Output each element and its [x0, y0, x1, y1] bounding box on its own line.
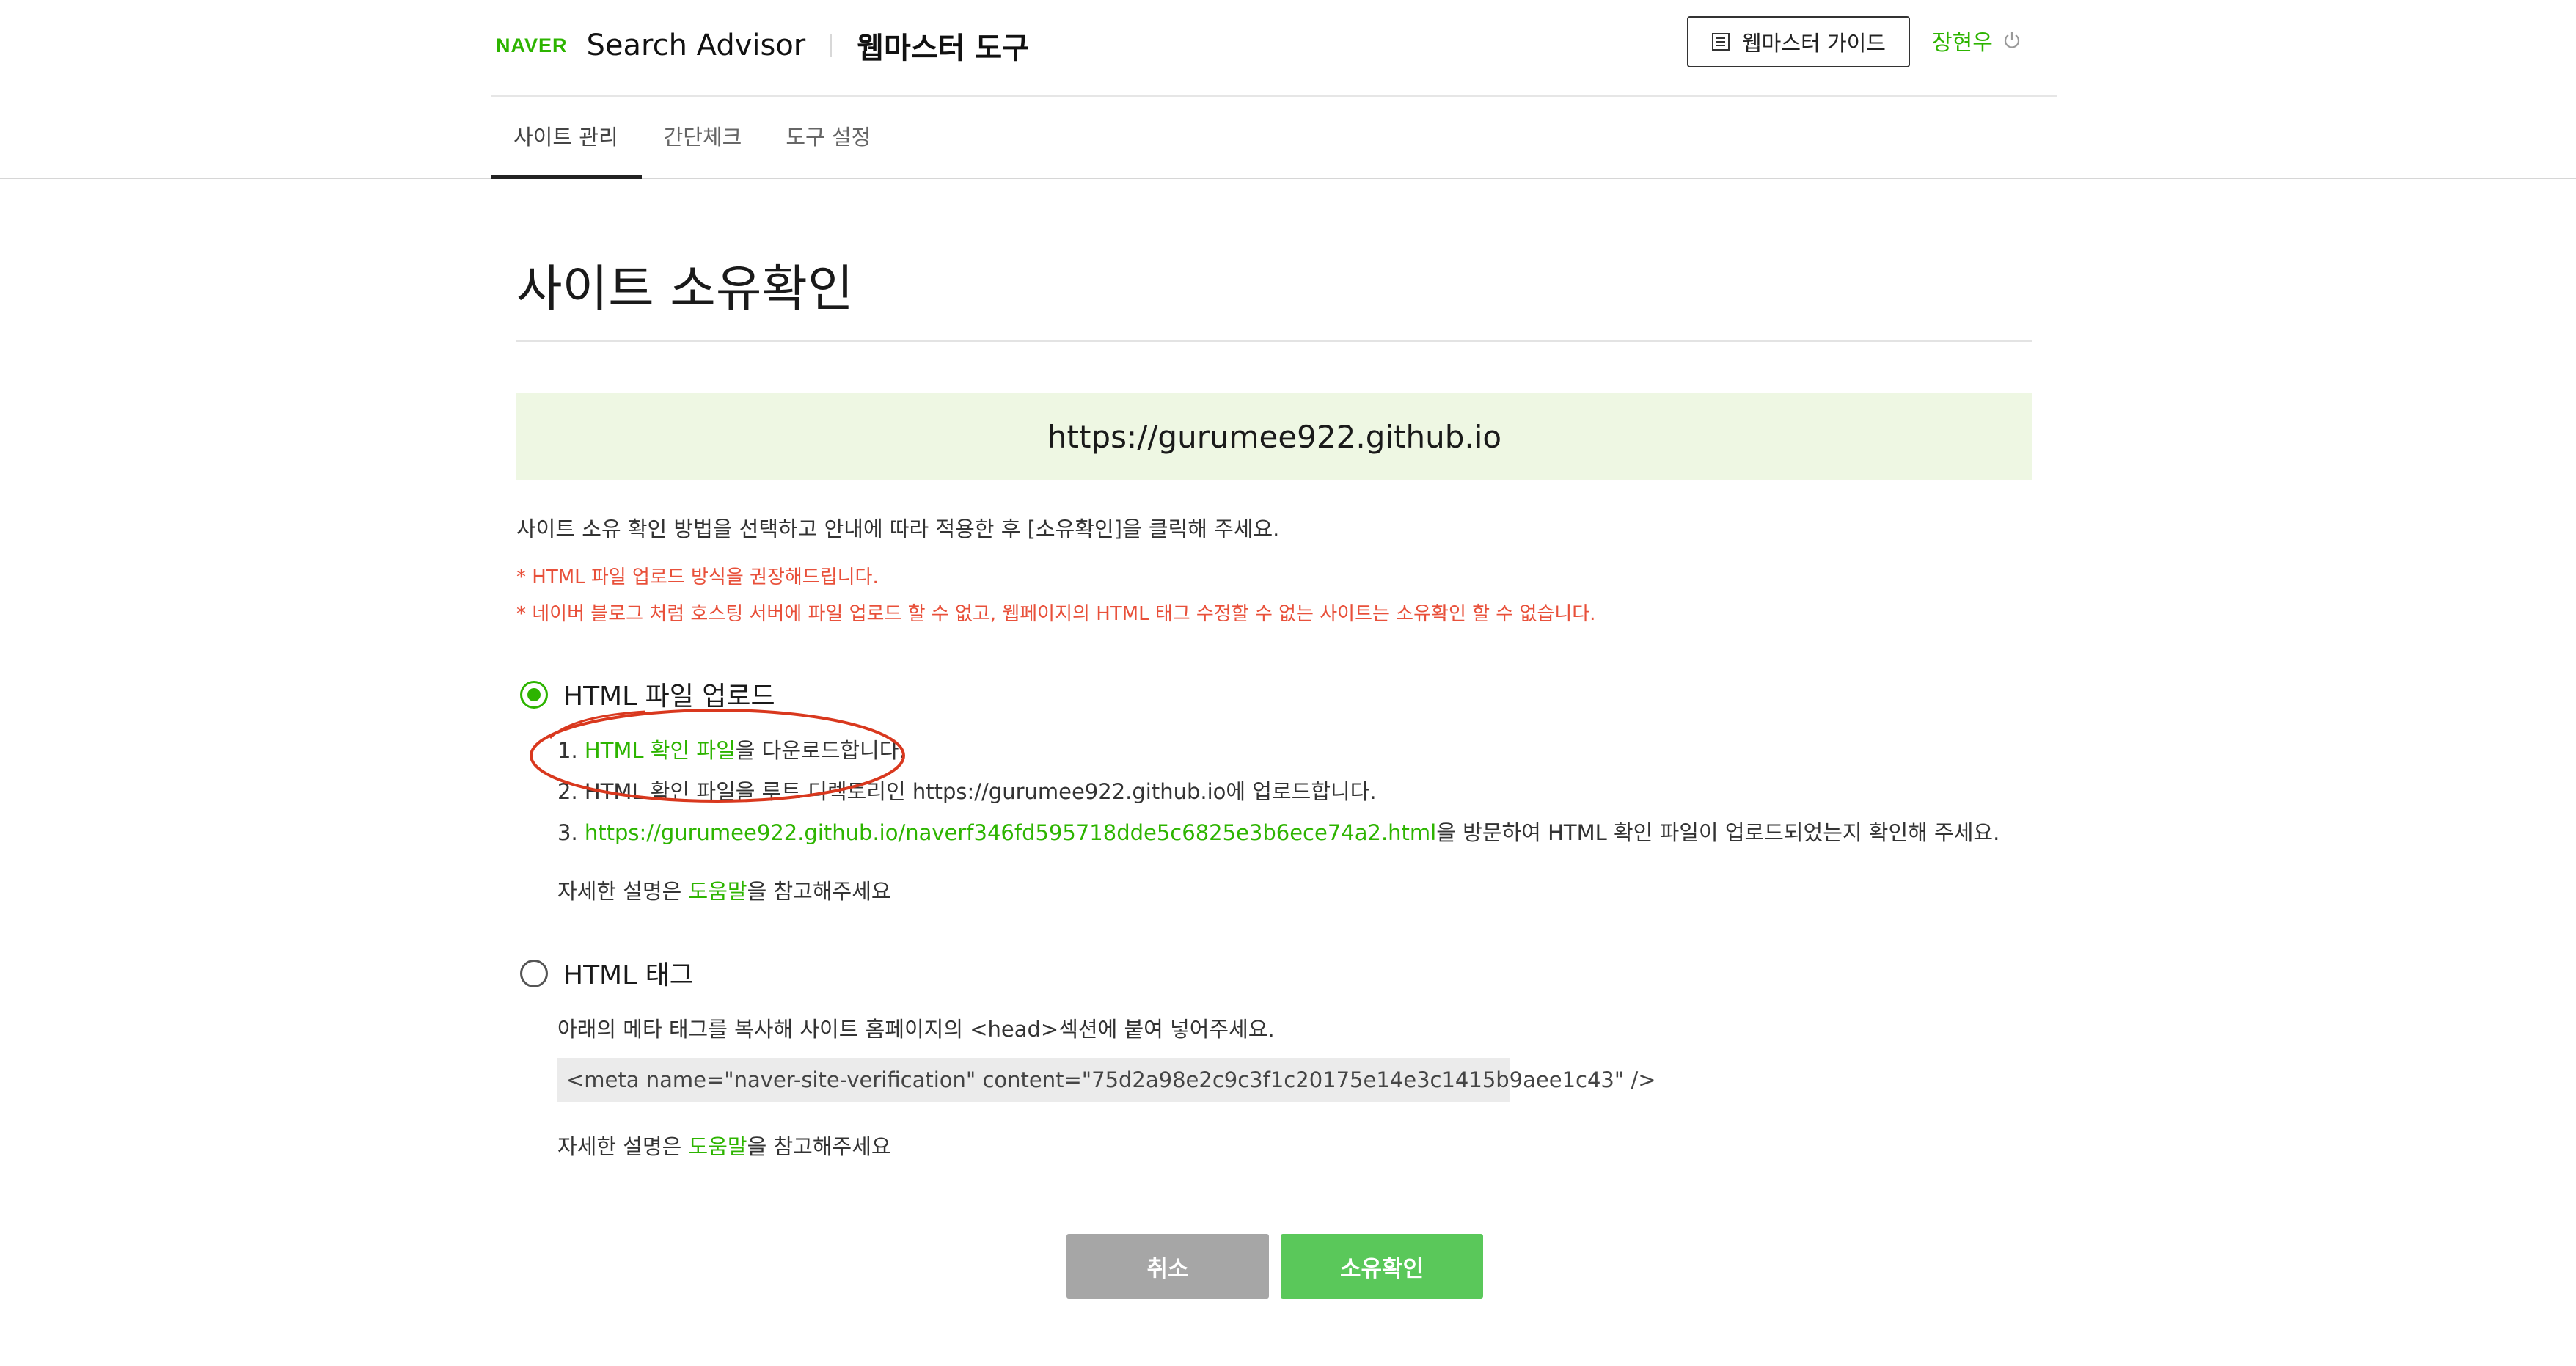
webmaster-guide-label: 웹마스터 가이드 [1742, 31, 1886, 56]
meta-tag-box[interactable]: <meta name="naver-site-verification" con… [557, 1058, 1656, 1102]
annotation-circle [530, 709, 905, 803]
webmaster-guide-button[interactable]: 웹마스터 가이드 [1687, 16, 1910, 67]
file-help-text: 자세한 설명은 도움말을 참고해주세요 [557, 874, 891, 905]
radio-html-tag[interactable] [520, 960, 548, 987]
power-icon[interactable] [2002, 30, 2022, 51]
naver-logo[interactable]: NAVER [496, 34, 568, 57]
site-url: https://gurumee922.github.io [1047, 418, 1502, 455]
tag-help-link[interactable]: 도움말 [689, 1134, 747, 1159]
warning-text-1: * HTML 파일 업로드 방식을 권장해드립니다. [516, 566, 879, 588]
instruction-text: 사이트 소유 확인 방법을 선택하고 안내에 따라 적용한 후 [소유확인]을 … [516, 516, 1280, 541]
file-help-prefix: 자세한 설명은 [557, 879, 689, 904]
title-divider [516, 340, 2032, 342]
warning-text-2: * 네이버 블로그 처럼 호스팅 서버에 파일 업로드 할 수 없고, 웹페이지… [516, 603, 1596, 625]
main-tabs: 사이트 관리 간단체크 도구 설정 [491, 95, 893, 179]
meta-tag-description: 아래의 메타 태그를 복사해 사이트 홈페이지의 <head>섹션에 붙여 넣어… [557, 1017, 1275, 1042]
brand-name[interactable]: Search Advisor [587, 29, 806, 62]
file-step-3-prefix: 3. [557, 820, 585, 845]
user-menu[interactable]: 장현우 [1932, 22, 2022, 59]
brand-divider [830, 34, 833, 57]
page-title: 사이트 소유확인 [516, 260, 854, 318]
tag-help-text: 자세한 설명은 도움말을 참고해주세요 [557, 1130, 891, 1161]
tag-help-suffix: 을 참고해주세요 [747, 1134, 891, 1159]
radio-label-html-tag[interactable]: HTML 태그 [563, 954, 694, 992]
file-help-link[interactable]: 도움말 [689, 879, 747, 904]
guide-book-icon [1712, 33, 1730, 51]
site-url-box: https://gurumee922.github.io [516, 393, 2032, 480]
tag-help-prefix: 자세한 설명은 [557, 1134, 689, 1159]
tool-name[interactable]: 웹마스터 도구 [857, 24, 1029, 67]
meta-tag-code[interactable]: <meta name="naver-site-verification" con… [566, 1067, 1656, 1092]
user-name[interactable]: 장현우 [1932, 24, 1993, 56]
file-step-3: 3. https://gurumee922.github.io/naverf34… [557, 816, 1999, 847]
page: NAVER Search Advisor 웹마스터 도구 웹마스터 가이드 장현… [0, 0, 2576, 1366]
cancel-button[interactable]: 취소 [1066, 1234, 1269, 1299]
brand[interactable]: NAVER Search Advisor 웹마스터 도구 [496, 22, 1029, 69]
file-step-3-suffix: 을 방문하여 HTML 확인 파일이 업로드되었는지 확인해 주세요. [1436, 820, 2000, 845]
verification-url-link[interactable]: https://gurumee922.github.io/naverf346fd… [585, 820, 1436, 845]
file-help-suffix: 을 참고해주세요 [747, 879, 891, 904]
tab-quick-check[interactable]: 간단체크 [642, 95, 764, 179]
tab-tool-settings[interactable]: 도구 설정 [764, 95, 893, 179]
top-header: NAVER Search Advisor 웹마스터 도구 웹마스터 가이드 장현… [491, 0, 2057, 97]
tab-site-management[interactable]: 사이트 관리 [491, 95, 642, 179]
tabs-divider [0, 178, 2576, 179]
verify-ownership-button[interactable]: 소유확인 [1281, 1234, 1483, 1299]
